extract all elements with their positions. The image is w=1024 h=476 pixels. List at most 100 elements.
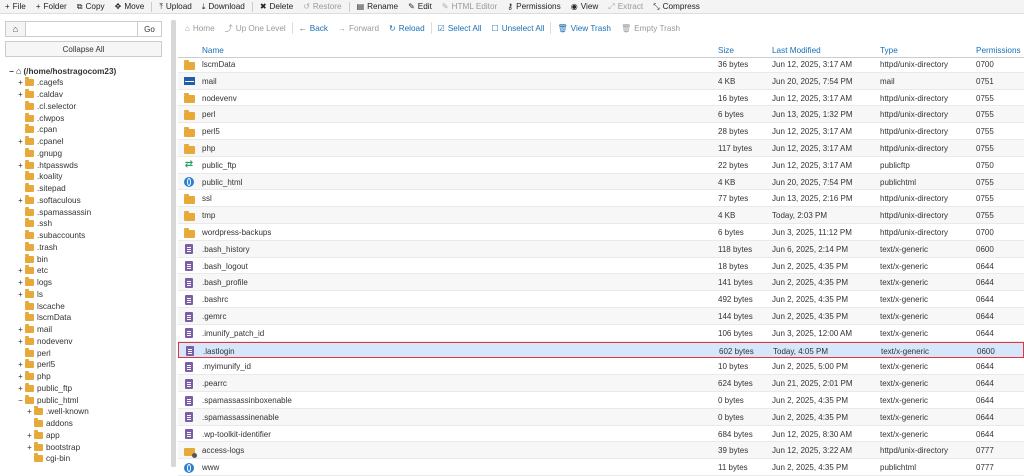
tree-item[interactable]: +.ssh [17,218,52,230]
tree-item[interactable]: +addons [26,418,73,430]
tree-item[interactable]: − ⌂ (/home/hostragocom23) [8,65,116,77]
restore-button[interactable]: ↺ Restore [298,0,346,14]
table-row[interactable]: .bash_profile 141 bytes Jun 2, 2025, 4:35 … [178,274,1024,292]
tree-item[interactable]: +cgi-bin [26,453,70,465]
folder-button[interactable]: + Folder [31,0,72,14]
home-nav-button[interactable]: ⌂ Home [180,24,220,33]
edit-button[interactable]: ✎ Edit [403,0,437,14]
expand-icon[interactable]: + [17,161,24,170]
expand-icon[interactable]: + [17,290,24,299]
tree-item[interactable]: +perl [17,347,51,359]
table-row[interactable]: mail 4 KB Jun 20, 2025, 7:54 PM mail 0751 [178,72,1024,90]
move-button[interactable]: ✥ Move [110,0,150,14]
expand-icon[interactable]: + [17,266,24,275]
table-row[interactable]: .bash_history 118 bytes Jun 6, 2025, 2:14 … [178,240,1024,258]
table-row[interactable]: .gemrc 144 bytes Jun 2, 2025, 4:35 PM text/… [178,308,1024,325]
column-header-size[interactable]: Size [718,46,734,55]
tree-item[interactable]: + .softaculous [17,194,81,206]
expand-icon[interactable]: + [17,90,24,99]
tree-item[interactable]: +.gnupg [17,147,62,159]
compress-button[interactable]: ⤡ Compress [648,0,705,14]
tree-item[interactable]: + .htpasswds [17,159,78,171]
tree-item[interactable]: +.sitepad [17,183,66,195]
tree-scrollbar-thumb[interactable] [171,20,176,467]
expand-icon[interactable]: + [17,137,24,146]
extract-button[interactable]: ⤢ Extract [603,0,648,14]
table-row[interactable]: ⇄ public_ftp 22 bytes Jun 12, 2025, 3:17 AM… [178,157,1024,174]
unselect-all-button[interactable]: ☐ Unselect All [487,24,550,33]
expand-icon[interactable]: + [17,196,24,205]
empty-trash-button[interactable]: 🗑 Empty Trash [616,24,685,33]
home-icon[interactable]: ⌂ [5,21,26,37]
column-header-type[interactable]: Type [880,46,898,55]
table-row[interactable]: ssl 77 bytes Jun 13, 2025, 2:16 PM httpd/un… [178,190,1024,208]
table-row-selected[interactable]: .lastlogin 602 bytes Today, 4:05 PM text/x-… [178,341,1024,359]
tree-item[interactable]: + etc [17,265,48,277]
tree-item[interactable]: + mail [17,324,52,336]
view-trash-button[interactable]: 🗑 View Trash [552,24,616,33]
table-row[interactable]: access-logs 39 bytes Jun 12, 2025, 3:22 AM… [178,442,1024,460]
up-one-level-button[interactable]: ⤴ Up One Level [220,23,291,34]
column-header-permissions[interactable]: Permissions [976,46,1021,55]
table-row[interactable]: php 117 bytes Jun 12, 2025, 3:17 AM httpd/u… [178,140,1024,157]
upload-button[interactable]: ⤒ Upload [154,0,197,14]
tree-item[interactable]: + .well-known [26,406,89,418]
tree-scrollbar[interactable] [171,20,176,467]
copy-button[interactable]: ⧉ Copy [72,0,110,14]
expand-icon[interactable]: + [17,325,24,334]
expand-icon[interactable]: + [26,407,33,416]
table-row[interactable]: .myimunify_id 10 bytes Jun 2, 2025, 5:00 P… [178,358,1024,376]
expand-icon[interactable]: + [17,337,24,346]
expand-icon[interactable]: + [26,443,33,452]
table-row[interactable]: www 11 bytes Jun 2, 2025, 4:35 PM publichtm… [178,459,1024,476]
table-row[interactable]: tmp 4 KB Today, 2:03 PM httpd/unix-director… [178,207,1024,224]
delete-button[interactable]: ✖ Delete [255,0,298,14]
table-row[interactable]: .bash_logout 18 bytes Jun 2, 2025, 4:35 PM… [178,258,1024,275]
table-row[interactable]: public_html 4 KB Jun 20, 2025, 7:54 PM publ… [178,173,1024,191]
tree-item[interactable]: + ls [17,288,43,300]
table-row[interactable]: lscmData 36 bytes Jun 12, 2025, 3:17 AM htt… [178,56,1024,73]
tree-item[interactable]: +.trash [17,241,57,253]
expand-icon[interactable]: + [17,384,24,393]
permissions-button[interactable]: ⚷ Permissions [502,0,565,14]
tree-item[interactable]: +.cl.selector [17,100,76,112]
go-button[interactable]: Go [138,21,162,37]
view-button[interactable]: ◉ View [566,0,604,14]
forward-button[interactable]: → Forward [333,24,384,33]
tree-item[interactable]: +lscmData [17,312,71,324]
expand-icon[interactable]: + [26,431,33,440]
table-row[interactable]: .pearrc 624 bytes Jun 21, 2025, 2:01 PM tex… [178,375,1024,392]
tree-item[interactable]: +.koality [17,171,62,183]
tree-item[interactable]: +bin [17,253,48,265]
tree-item[interactable]: +.cpan [17,124,57,136]
reload-button[interactable]: ↻ Reload [384,24,430,33]
table-row[interactable]: .bashrc 492 bytes Jun 2, 2025, 4:35 PM text… [178,291,1024,308]
table-row[interactable]: .wp-toolkit-identifier 684 bytes Jun 12, 2… [178,426,1024,443]
tree-item[interactable]: +.spamassassin [17,206,91,218]
collapse-all-button[interactable]: Collapse All [5,41,162,57]
expand-icon[interactable]: + [17,372,24,381]
select-all-button[interactable]: ☑ Select All [433,24,487,33]
tree-item[interactable]: + logs [17,277,52,289]
collapse-icon[interactable]: − [8,67,15,76]
tree-item[interactable]: +lscache [17,300,65,312]
tree-item[interactable]: + bootstrap [26,441,80,453]
table-row[interactable]: perl 6 bytes Jun 13, 2025, 1:32 PM httpd/un… [178,106,1024,124]
table-row[interactable]: wordpress-backups 6 bytes Jun 3, 2025, 11:… [178,224,1024,241]
table-row[interactable]: nodevenv 16 bytes Jun 12, 2025, 3:17 AM htt… [178,90,1024,107]
collapse-icon[interactable]: − [17,396,24,405]
table-row[interactable]: .spamassassinboxenable 0 bytes Jun 2, 2025… [178,392,1024,409]
expand-icon[interactable]: + [17,278,24,287]
tree-item[interactable]: + .cagefs [17,77,63,89]
table-row[interactable]: .spamassassinenable 0 bytes Jun 2, 2025, 4… [178,408,1024,426]
back-button[interactable]: ← Back [294,24,333,33]
download-button[interactable]: ⤓ Download [197,0,250,14]
expand-icon[interactable]: + [17,78,24,87]
tree-item[interactable]: − public_html [17,394,78,406]
rename-button[interactable]: ▤ Rename [352,0,404,14]
tree-item[interactable]: +.clwpos [17,112,64,124]
file-button[interactable]: + File [0,0,31,14]
tree-item[interactable]: + nodevenv [17,335,73,347]
expand-icon[interactable]: + [17,360,24,369]
tree-item[interactable]: + perl5 [17,359,55,371]
